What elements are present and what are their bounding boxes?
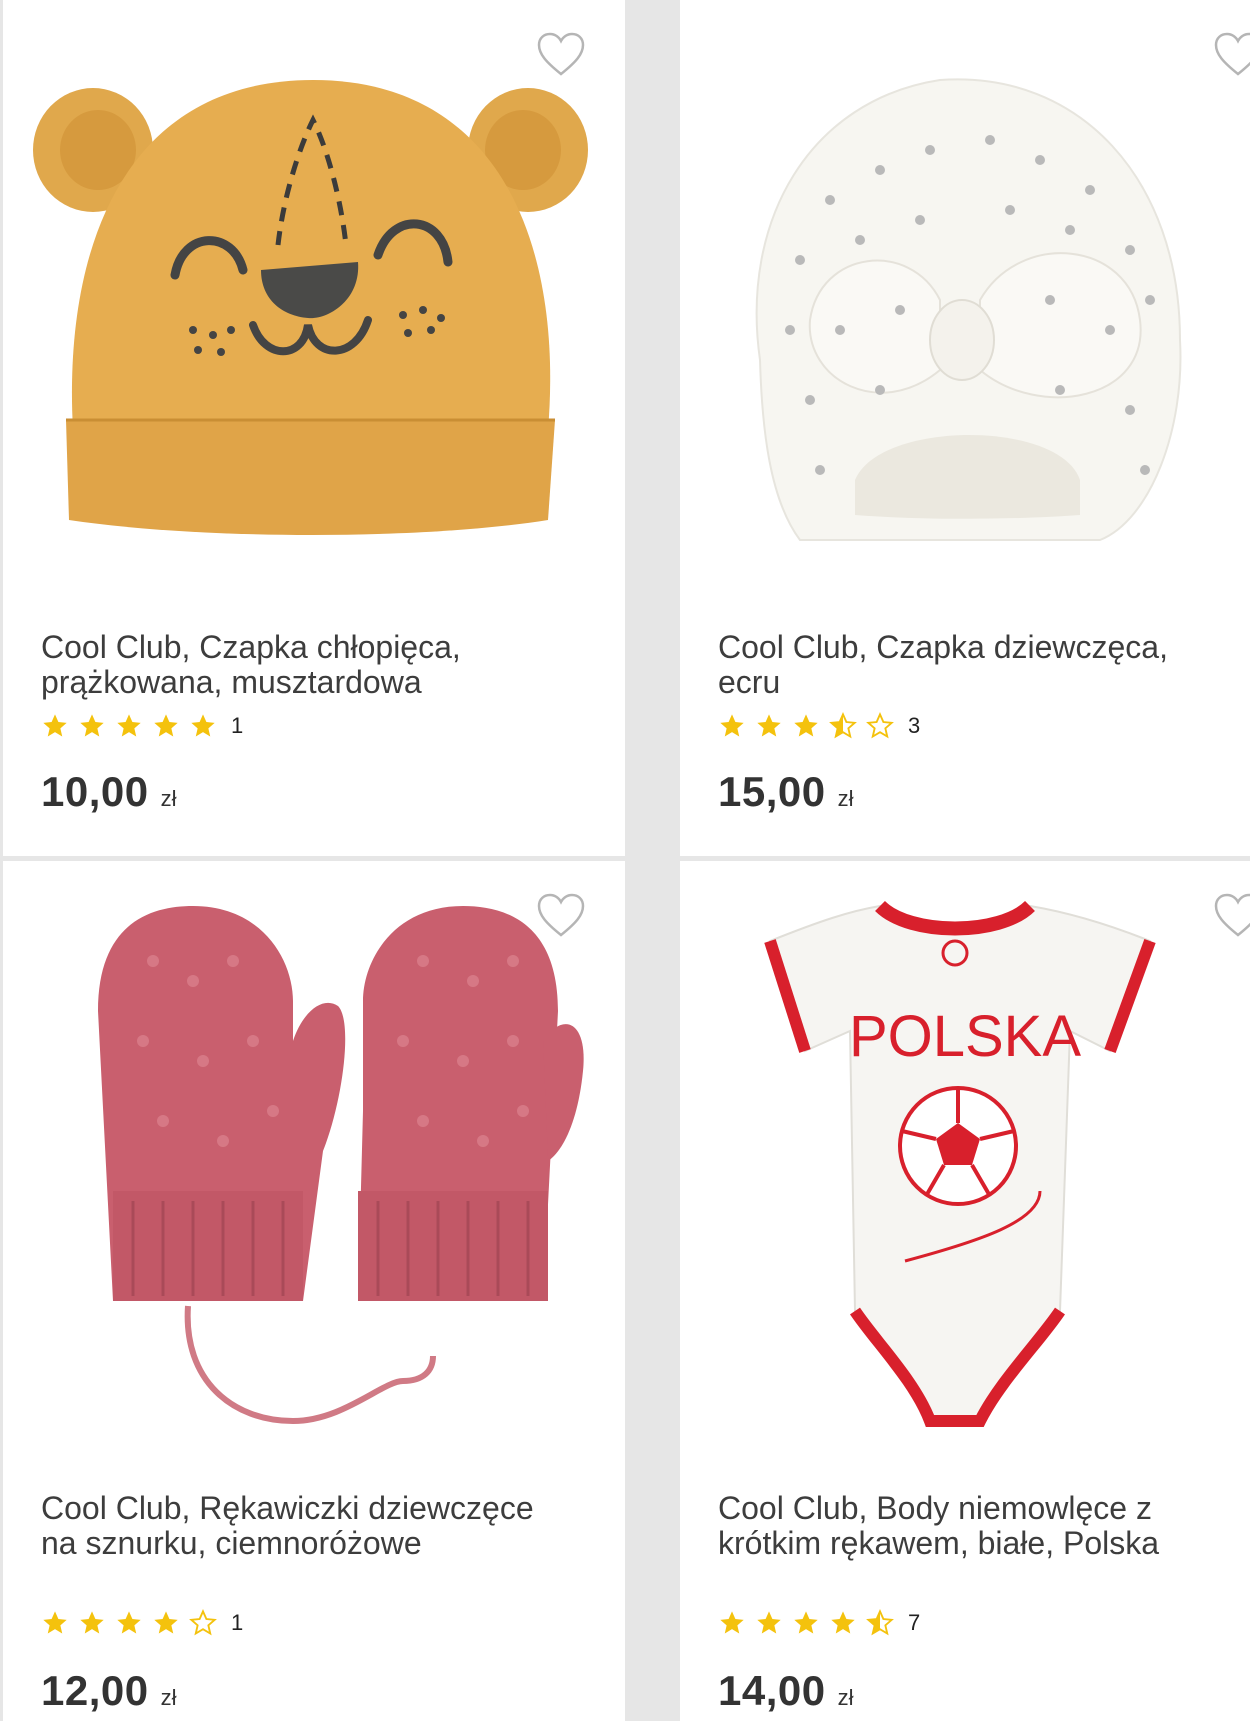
half-star-icon: [866, 1609, 894, 1636]
full-star-icon: [154, 714, 178, 737]
empty-star-icon: [189, 1609, 217, 1636]
product-card[interactable]: Cool Club, Czapka chłopięca, prążkowana,…: [3, 0, 625, 856]
product-title-line: ecru: [718, 664, 781, 700]
product-card[interactable]: Cool Club, Rękawiczki dziewczęce na sznu…: [3, 861, 625, 1721]
rating: 1: [41, 1609, 243, 1637]
price-amount: 15,00: [718, 768, 826, 815]
product-title-line: prążkowana, musztardowa: [41, 664, 422, 700]
full-star-icon: [757, 714, 781, 737]
full-star-icon: [794, 714, 818, 737]
product-title-line: Cool Club, Rękawiczki dziewczęce: [41, 1490, 534, 1526]
product-title-line: Cool Club, Czapka dziewczęca,: [718, 629, 1168, 665]
product-price: 15,00 zł: [718, 768, 854, 816]
product-title[interactable]: Cool Club, Body niemowlęce z krótkim ręk…: [718, 1491, 1230, 1561]
rating: 1: [41, 712, 243, 740]
full-star-icon: [117, 714, 141, 737]
product-price: 14,00 zł: [718, 1667, 854, 1715]
pink-mittens-image[interactable]: [3, 861, 625, 1441]
full-star-icon: [720, 1611, 744, 1634]
full-star-icon: [831, 1611, 855, 1634]
full-star-icon: [80, 1611, 104, 1634]
product-price: 10,00 zł: [41, 768, 177, 816]
product-title-line: Cool Club, Czapka chłopięca,: [41, 629, 461, 665]
full-star-icon: [43, 1611, 67, 1634]
price-currency: zł: [160, 786, 177, 811]
price-amount: 12,00: [41, 1667, 149, 1714]
white-turban-hat-image[interactable]: [680, 0, 1250, 580]
price-amount: 14,00: [718, 1667, 826, 1714]
rating-stars: [41, 712, 217, 740]
product-price: 12,00 zł: [41, 1667, 177, 1715]
product-title[interactable]: Cool Club, Rękawiczki dziewczęce na sznu…: [41, 1491, 605, 1561]
favorite-heart-icon[interactable]: [1213, 893, 1250, 939]
rating-count: 1: [231, 1610, 244, 1635]
rating-count: 3: [908, 713, 921, 738]
rating-count: 7: [908, 1610, 921, 1635]
rating: 7: [718, 1609, 920, 1637]
price-currency: zł: [837, 786, 854, 811]
rating-stars: [41, 1609, 217, 1637]
full-star-icon: [43, 714, 67, 737]
price-amount: 10,00: [41, 768, 149, 815]
product-title-line: Cool Club, Body niemowlęce z: [718, 1490, 1152, 1526]
polska-bodysuit-image[interactable]: POLSKA: [680, 861, 1250, 1441]
full-star-icon: [757, 1611, 781, 1634]
product-card[interactable]: Cool Club, Czapka dziewczęca, ecru 3 15,…: [680, 0, 1250, 856]
full-star-icon: [117, 1611, 141, 1634]
rating-stars: [718, 1609, 894, 1637]
price-currency: zł: [160, 1685, 177, 1710]
favorite-heart-icon[interactable]: [536, 32, 586, 78]
product-title[interactable]: Cool Club, Czapka chłopięca, prążkowana,…: [41, 630, 605, 700]
favorite-heart-icon[interactable]: [536, 893, 586, 939]
product-grid: Cool Club, Czapka chłopięca, prążkowana,…: [0, 0, 1250, 1721]
price-currency: zł: [837, 1685, 854, 1710]
full-star-icon: [720, 714, 744, 737]
full-star-icon: [154, 1611, 178, 1634]
rating: 3: [718, 712, 920, 740]
product-title[interactable]: Cool Club, Czapka dziewczęca, ecru: [718, 630, 1230, 700]
half-star-icon: [829, 712, 857, 739]
product-title-line: krótkim rękawem, białe, Polska: [718, 1525, 1160, 1561]
product-card[interactable]: POLSKA Cool Club, Body niemowlęce z krót…: [680, 861, 1250, 1721]
full-star-icon: [191, 714, 215, 737]
rating-count: 1: [231, 713, 244, 738]
empty-star-icon: [866, 712, 894, 739]
polska-print-text: POLSKA: [849, 1004, 1081, 1069]
mustard-bear-hat-image[interactable]: [3, 0, 625, 580]
product-title-line: na sznurku, ciemnoróżowe: [41, 1525, 422, 1561]
full-star-icon: [80, 714, 104, 737]
favorite-heart-icon[interactable]: [1213, 32, 1250, 78]
full-star-icon: [794, 1611, 818, 1634]
rating-stars: [718, 712, 894, 740]
